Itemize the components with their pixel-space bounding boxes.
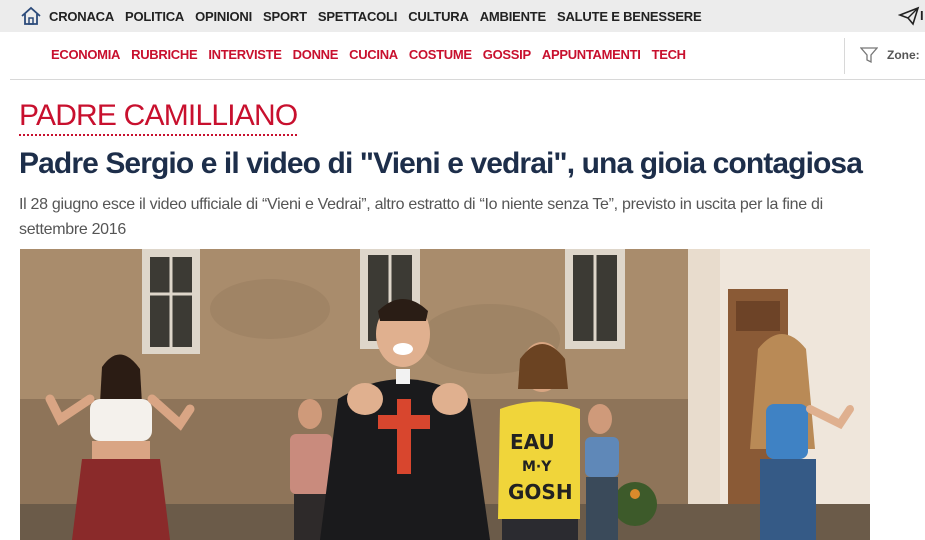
article-summary: Il 28 giugno esce il video ufficiale di …	[19, 196, 823, 238]
filter-icon[interactable]	[860, 46, 878, 64]
article-headline: Padre Sergio e il video di "Vieni e vedr…	[19, 147, 863, 180]
shirt-text-1: EAU	[510, 430, 555, 454]
nav-item-politica[interactable]: POLITICA	[125, 9, 184, 24]
shirt-text-2: M·Y	[522, 459, 552, 475]
home-icon[interactable]	[20, 5, 42, 27]
zone-selector-label[interactable]: Zone:	[887, 48, 920, 62]
main-menu: CRONACA POLITICA OPINIONI SPORT SPETTACOLI CU…	[49, 0, 712, 32]
article-hero-image[interactable]: EAU M·Y GOSH	[20, 249, 870, 540]
subnav-item-gossip[interactable]: GOSSIP	[483, 47, 531, 62]
subnav-item-cucina[interactable]: CUCINA	[349, 47, 398, 62]
top-navigation-bar: CRONACA POLITICA OPINIONI SPORT SPETTACOLI CU…	[0, 0, 925, 32]
subnav-item-tech[interactable]: TECH	[652, 47, 687, 62]
subnav-item-economia[interactable]: ECONOMIA	[51, 47, 120, 62]
nav-item-ambiente[interactable]: AMBIENTE	[480, 9, 546, 24]
nav-item-sport[interactable]: SPORT	[263, 9, 307, 24]
newsletter-link-partial[interactable]: I	[920, 8, 924, 23]
secondary-navigation-bar: ECONOMIA RUBRICHE INTERVISTE DONNE CUCINA COS…	[10, 32, 925, 80]
shirt-text-3: GOSH	[508, 480, 573, 504]
divider	[844, 38, 845, 74]
nav-item-spettacoli[interactable]: SPETTACOLI	[318, 9, 398, 24]
section-menu: ECONOMIA RUBRICHE INTERVISTE DONNE CUCINA COS…	[51, 47, 697, 62]
subnav-item-donne[interactable]: DONNE	[293, 47, 339, 62]
paper-plane-icon[interactable]	[898, 6, 920, 26]
subnav-item-appuntamenti[interactable]: APPUNTAMENTI	[542, 47, 641, 62]
subnav-item-rubriche[interactable]: RUBRICHE	[131, 47, 198, 62]
nav-item-opinioni[interactable]: OPINIONI	[195, 9, 252, 24]
subnav-item-costume[interactable]: COSTUME	[409, 47, 472, 62]
nav-item-salute-e-benessere[interactable]: SALUTE E BENESSERE	[557, 9, 702, 24]
article-category-link[interactable]: PADRE CAMILLIANO	[19, 98, 298, 136]
nav-item-cultura[interactable]: CULTURA	[408, 9, 469, 24]
nav-item-cronaca[interactable]: CRONACA	[49, 9, 114, 24]
subnav-item-interviste[interactable]: INTERVISTE	[208, 47, 282, 62]
